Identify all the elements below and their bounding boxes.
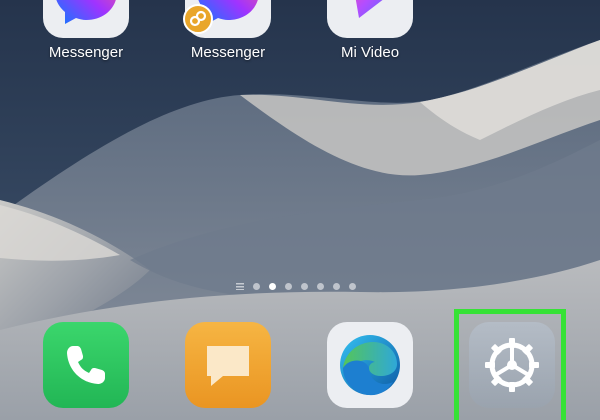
page-dot bbox=[333, 282, 340, 290]
phone-icon bbox=[43, 322, 129, 408]
page-dot bbox=[301, 282, 308, 290]
settings-highlight-box bbox=[454, 309, 566, 420]
messages-icon bbox=[185, 322, 271, 408]
dock-app-messages[interactable] bbox=[183, 322, 273, 408]
page-dot bbox=[349, 282, 356, 290]
dock-app-edge[interactable] bbox=[325, 322, 415, 408]
page-indicator-menu-icon bbox=[236, 282, 244, 290]
messenger-dual-icon bbox=[183, 0, 271, 38]
mi-video-icon bbox=[327, 0, 413, 38]
dock-app-phone[interactable] bbox=[41, 322, 131, 408]
page-dot bbox=[285, 282, 292, 290]
page-dot-active bbox=[269, 282, 276, 290]
messenger-icon bbox=[43, 0, 129, 38]
app-label: Mi Video bbox=[340, 44, 400, 61]
app-mi-video[interactable]: Mi Video bbox=[325, 0, 415, 61]
app-label: Messenger bbox=[190, 44, 266, 61]
page-dot bbox=[253, 282, 260, 290]
app-messenger[interactable]: Messenger bbox=[41, 0, 131, 61]
app-messenger-dual[interactable]: Messenger bbox=[183, 0, 273, 61]
dual-app-badge-icon bbox=[183, 4, 213, 34]
app-label: Messenger bbox=[48, 44, 124, 61]
page-dot bbox=[317, 282, 324, 290]
home-screen: Messenger Messenger Mi Video bbox=[0, 0, 600, 420]
page-indicator[interactable] bbox=[236, 281, 356, 291]
edge-browser-icon bbox=[327, 322, 413, 408]
